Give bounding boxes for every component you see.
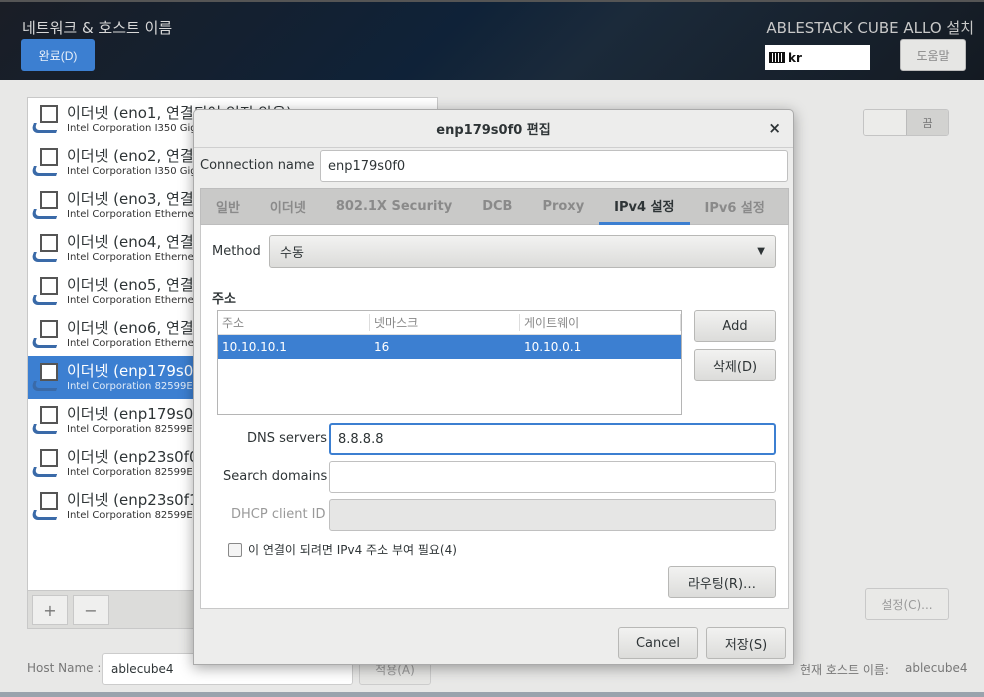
dns-input[interactable]: 8.8.8.8 xyxy=(329,423,776,455)
done-button[interactable]: 완료(D) xyxy=(21,39,95,71)
routes-button[interactable]: 라우팅(R)… xyxy=(668,566,776,598)
toggle-off-area xyxy=(864,110,906,135)
toggle-state-label: 끔 xyxy=(906,110,948,135)
ethernet-icon xyxy=(30,103,62,137)
method-label: Method xyxy=(212,244,261,259)
search-domains-label: Search domains xyxy=(223,469,328,484)
help-button[interactable]: 도움말 xyxy=(900,39,966,71)
edit-connection-dialog: enp179s0f0 편집 × Connection name enp179s0… xyxy=(193,109,794,665)
delete-address-button[interactable]: 삭제(D) xyxy=(694,349,776,381)
netmask-cell: 16 xyxy=(374,340,390,354)
page-title: 네트워크 & 호스트 이름 xyxy=(22,19,173,37)
settings-tabs: 일반 이더넷 802.1X Security DCB Proxy IPv4 설정 IPv6 … xyxy=(200,188,789,225)
require-ipv4-option[interactable]: 이 연결이 되려면 IPv4 주소 부여 필요(4) xyxy=(228,541,457,558)
method-value: 수동 xyxy=(280,246,304,261)
ethernet-icon xyxy=(30,146,62,180)
ethernet-icon xyxy=(30,447,62,481)
tab[interactable]: DCB xyxy=(467,188,527,225)
close-icon[interactable]: × xyxy=(768,119,781,137)
gateway-cell: 10.10.0.1 xyxy=(524,340,582,354)
table-row[interactable]: 10.10.10.1 16 10.10.0.1 xyxy=(218,335,681,359)
add-device-button[interactable]: + xyxy=(32,595,68,625)
tab[interactable]: Proxy xyxy=(527,188,599,225)
connection-name-label: Connection name xyxy=(200,158,315,173)
tab[interactable]: 802.1X Security xyxy=(321,188,467,225)
installer-title: ABLESTACK CUBE ALLO 설치 xyxy=(766,19,974,37)
ethernet-icon xyxy=(30,275,62,309)
column-header[interactable]: 넷마스크 xyxy=(370,314,520,331)
ipv4-panel: Method 수동 ▼ 주소 주소 넷마스크 게이트웨이 10.10.10.1 1… xyxy=(200,225,789,609)
header: 네트워크 & 호스트 이름 완료(D) ABLESTACK CUBE ALLO … xyxy=(0,0,984,80)
tab[interactable]: 이더넷 xyxy=(255,188,321,225)
ethernet-icon xyxy=(30,404,62,438)
ethernet-icon xyxy=(30,232,62,266)
ethernet-icon xyxy=(30,318,62,352)
dhcp-client-id-input xyxy=(329,499,776,531)
keyboard-layout-label: kr xyxy=(788,50,802,65)
table-header: 주소 넷마스크 게이트웨이 xyxy=(218,311,681,335)
configure-button[interactable]: 설정(C)... xyxy=(865,588,949,620)
addresses-heading: 주소 xyxy=(212,292,236,307)
device-toggle[interactable]: 끔 xyxy=(863,109,949,136)
address-table: 주소 넷마스크 게이트웨이 10.10.10.1 16 10.10.0.1 xyxy=(217,310,682,415)
keyboard-layout-indicator[interactable]: kr xyxy=(765,45,870,70)
require-ipv4-checkbox[interactable] xyxy=(228,542,242,557)
dns-label: DNS servers xyxy=(247,431,328,446)
connection-name-input[interactable]: enp179s0f0 xyxy=(320,150,788,182)
ethernet-icon xyxy=(30,490,62,524)
search-domains-input[interactable] xyxy=(329,461,776,493)
dropdown-arrow-icon: ▼ xyxy=(757,246,765,257)
ethernet-icon xyxy=(30,189,62,223)
current-hostname-label: 현재 호스트 이름: xyxy=(800,663,889,677)
method-dropdown[interactable]: 수동 ▼ xyxy=(269,235,776,268)
cancel-button[interactable]: Cancel xyxy=(618,627,698,659)
require-ipv4-label: 이 연결이 되려면 IPv4 주소 부여 필요(4) xyxy=(248,543,457,557)
tab[interactable]: IPv4 설정 xyxy=(599,188,690,225)
dialog-title: enp179s0f0 편집 xyxy=(194,110,793,148)
keyboard-icon xyxy=(769,52,785,63)
ethernet-icon xyxy=(30,361,62,395)
current-hostname-value: ablecube4 xyxy=(905,661,968,675)
save-button[interactable]: 저장(S) xyxy=(706,627,786,659)
column-header[interactable]: 게이트웨이 xyxy=(520,314,681,331)
tab[interactable]: 일반 xyxy=(201,188,255,225)
bottom-border xyxy=(0,692,984,697)
column-header[interactable]: 주소 xyxy=(218,314,370,331)
add-address-button[interactable]: Add xyxy=(694,310,776,342)
tab[interactable]: IPv6 설정 xyxy=(690,188,780,225)
address-cell: 10.10.10.1 xyxy=(222,340,287,354)
remove-device-button[interactable]: − xyxy=(73,595,109,625)
hostname-label: Host Name : xyxy=(27,661,102,675)
dhcp-client-id-label: DHCP client ID xyxy=(231,507,326,522)
